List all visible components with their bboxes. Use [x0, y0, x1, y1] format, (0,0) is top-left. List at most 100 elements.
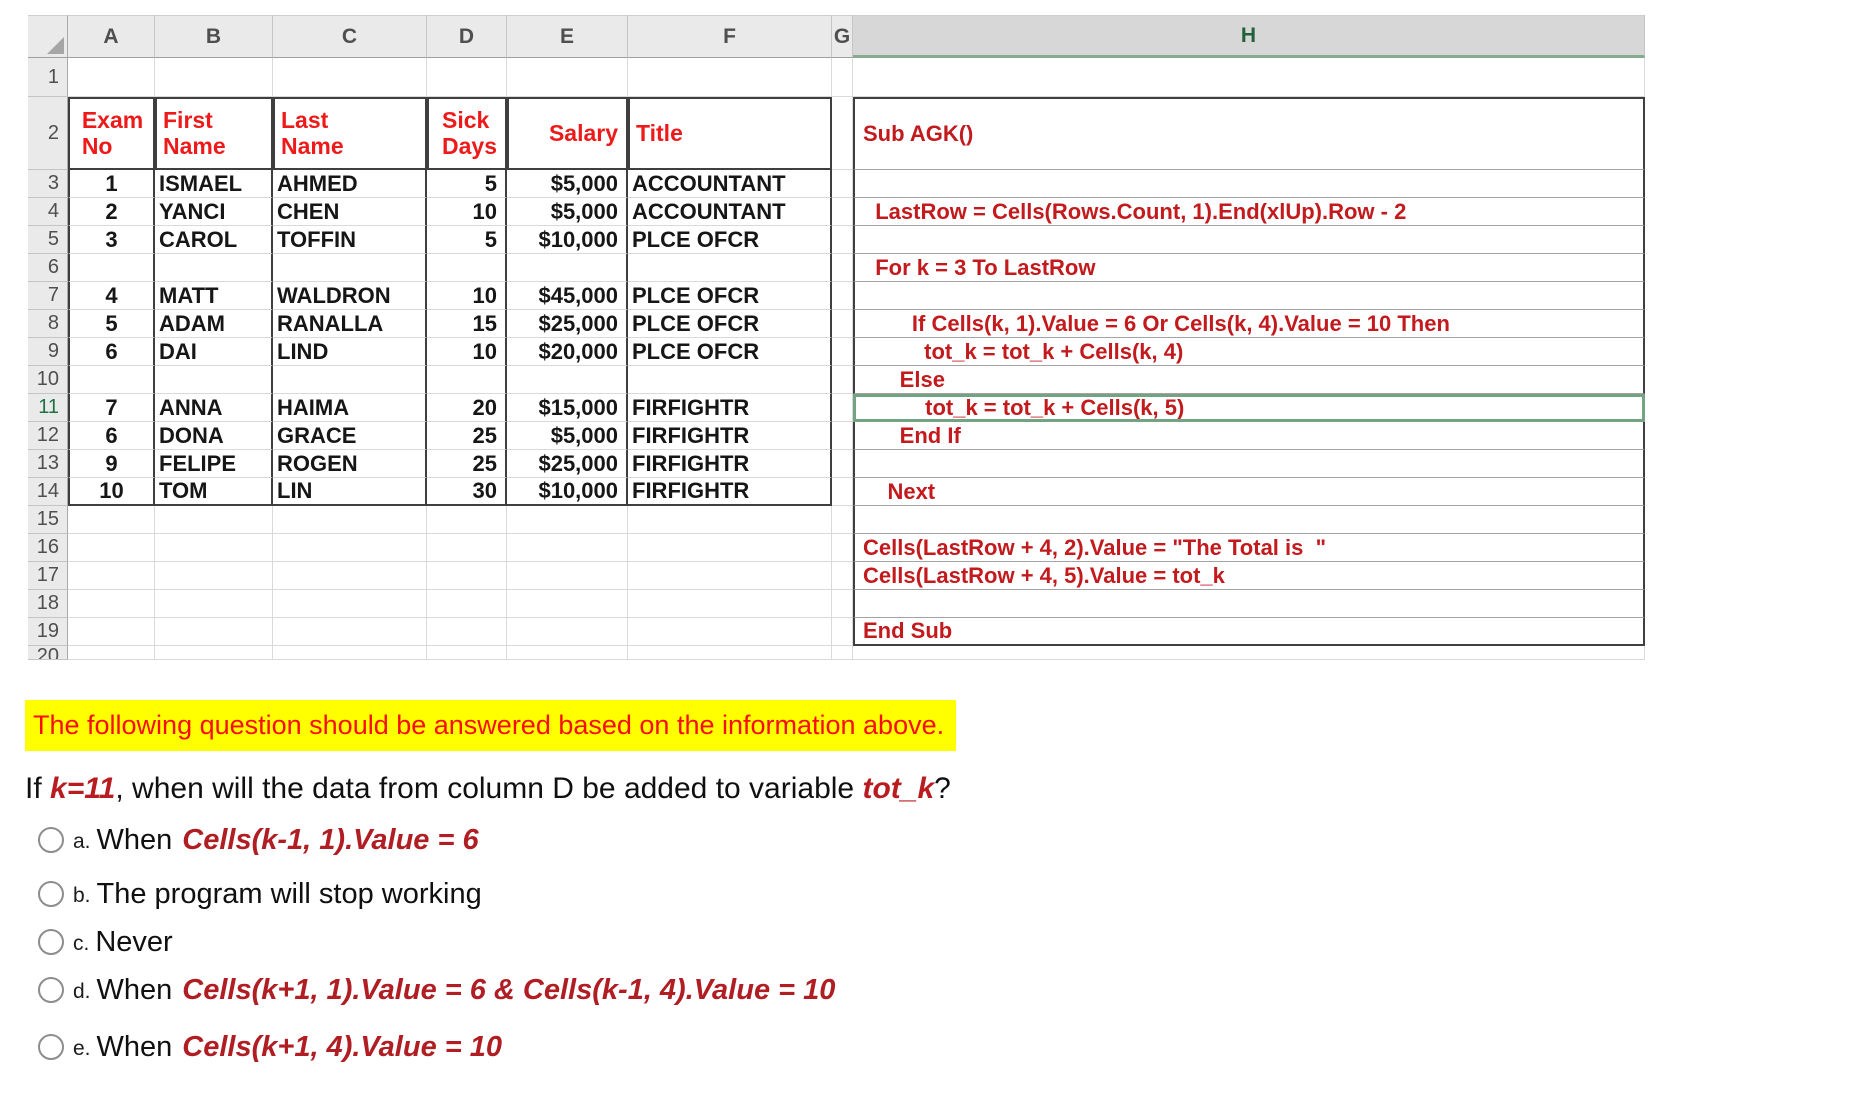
cell-H19[interactable]: End Sub	[853, 618, 1645, 646]
cell-E6[interactable]	[507, 254, 628, 282]
row-header-6[interactable]: 6	[28, 254, 68, 282]
cell-C13[interactable]: ROGEN	[273, 450, 427, 478]
cell-A3[interactable]: 1	[68, 170, 155, 198]
cell-E14[interactable]: $10,000	[507, 478, 628, 506]
option-e-radio[interactable]	[38, 1034, 64, 1060]
cell-A20[interactable]	[68, 646, 155, 660]
cell-B15[interactable]	[155, 506, 273, 534]
cell-A10[interactable]	[68, 366, 155, 394]
cell-G10[interactable]	[832, 366, 853, 394]
cell-C20[interactable]	[273, 646, 427, 660]
cell-A9[interactable]: 6	[68, 338, 155, 366]
option-e[interactable]: e. When Cells(k+1, 4).Value = 10	[38, 1025, 835, 1069]
cell-H3[interactable]	[853, 170, 1645, 198]
cell-C2[interactable]: Last Name	[273, 97, 427, 170]
column-header-C[interactable]: C	[273, 15, 427, 58]
cell-F2[interactable]: Title	[628, 97, 832, 170]
option-a[interactable]: a. When Cells(k-1, 1).Value = 6	[38, 818, 835, 862]
cell-C8[interactable]: RANALLA	[273, 310, 427, 338]
cell-H13[interactable]	[853, 450, 1645, 478]
cell-G1[interactable]	[832, 58, 853, 97]
cell-H15[interactable]	[853, 506, 1645, 534]
cell-E15[interactable]	[507, 506, 628, 534]
cell-D14[interactable]: 30	[427, 478, 507, 506]
cell-E19[interactable]	[507, 618, 628, 646]
option-d[interactable]: d. When Cells(k+1, 1).Value = 6 & Cells(…	[38, 968, 835, 1012]
cell-B12[interactable]: DONA	[155, 422, 273, 450]
cell-G3[interactable]	[832, 170, 853, 198]
cell-H11[interactable]: tot_k = tot_k + Cells(k, 5)	[853, 394, 1645, 422]
cell-B13[interactable]: FELIPE	[155, 450, 273, 478]
cell-C4[interactable]: CHEN	[273, 198, 427, 226]
row-header-2[interactable]: 2	[28, 97, 68, 170]
cell-F3[interactable]: ACCOUNTANT	[628, 170, 832, 198]
cell-F14[interactable]: FIRFIGHTR	[628, 478, 832, 506]
cell-E13[interactable]: $25,000	[507, 450, 628, 478]
cell-A6[interactable]	[68, 254, 155, 282]
cell-F5[interactable]: PLCE OFCR	[628, 226, 832, 254]
cell-G13[interactable]	[832, 450, 853, 478]
cell-B11[interactable]: ANNA	[155, 394, 273, 422]
cell-E10[interactable]	[507, 366, 628, 394]
cell-D5[interactable]: 5	[427, 226, 507, 254]
row-header-8[interactable]: 8	[28, 310, 68, 338]
cell-B8[interactable]: ADAM	[155, 310, 273, 338]
cell-E16[interactable]	[507, 534, 628, 562]
cell-H20[interactable]	[853, 646, 1645, 660]
column-header-H[interactable]: H	[853, 15, 1645, 58]
cell-F6[interactable]	[628, 254, 832, 282]
cell-C7[interactable]: WALDRON	[273, 282, 427, 310]
row-header-10[interactable]: 10	[28, 366, 68, 394]
cell-C16[interactable]	[273, 534, 427, 562]
row-header-18[interactable]: 18	[28, 590, 68, 618]
cell-B1[interactable]	[155, 58, 273, 97]
cell-F20[interactable]	[628, 646, 832, 660]
cell-C19[interactable]	[273, 618, 427, 646]
cell-H9[interactable]: tot_k = tot_k + Cells(k, 4)	[853, 338, 1645, 366]
cell-E1[interactable]	[507, 58, 628, 97]
cell-H5[interactable]	[853, 226, 1645, 254]
select-all-corner[interactable]	[28, 15, 68, 58]
cell-G7[interactable]	[832, 282, 853, 310]
cell-C6[interactable]	[273, 254, 427, 282]
cell-E2[interactable]: Salary	[507, 97, 628, 170]
cell-C15[interactable]	[273, 506, 427, 534]
cell-F12[interactable]: FIRFIGHTR	[628, 422, 832, 450]
option-b[interactable]: b. The program will stop working	[38, 872, 835, 916]
cell-B10[interactable]	[155, 366, 273, 394]
cell-E5[interactable]: $10,000	[507, 226, 628, 254]
row-header-12[interactable]: 12	[28, 422, 68, 450]
cell-C9[interactable]: LIND	[273, 338, 427, 366]
cell-G15[interactable]	[832, 506, 853, 534]
row-header-3[interactable]: 3	[28, 170, 68, 198]
column-header-A[interactable]: A	[68, 15, 155, 58]
cell-G20[interactable]	[832, 646, 853, 660]
cell-A1[interactable]	[68, 58, 155, 97]
cell-D2[interactable]: Sick Days	[427, 97, 507, 170]
cell-B5[interactable]: CAROL	[155, 226, 273, 254]
cell-G2[interactable]	[832, 97, 853, 170]
cell-G8[interactable]	[832, 310, 853, 338]
column-header-E[interactable]: E	[507, 15, 628, 58]
cell-D8[interactable]: 15	[427, 310, 507, 338]
cell-A13[interactable]: 9	[68, 450, 155, 478]
cell-F4[interactable]: ACCOUNTANT	[628, 198, 832, 226]
cell-H8[interactable]: If Cells(k, 1).Value = 6 Or Cells(k, 4).…	[853, 310, 1645, 338]
cell-D12[interactable]: 25	[427, 422, 507, 450]
cell-H18[interactable]	[853, 590, 1645, 618]
cell-D19[interactable]	[427, 618, 507, 646]
cell-H6[interactable]: For k = 3 To LastRow	[853, 254, 1645, 282]
cell-E8[interactable]: $25,000	[507, 310, 628, 338]
column-header-F[interactable]: F	[628, 15, 832, 58]
cell-H1[interactable]	[853, 58, 1645, 97]
cell-F8[interactable]: PLCE OFCR	[628, 310, 832, 338]
row-header-9[interactable]: 9	[28, 338, 68, 366]
cell-E11[interactable]: $15,000	[507, 394, 628, 422]
cell-F15[interactable]	[628, 506, 832, 534]
cell-B19[interactable]	[155, 618, 273, 646]
cell-C17[interactable]	[273, 562, 427, 590]
cell-D4[interactable]: 10	[427, 198, 507, 226]
cell-E12[interactable]: $5,000	[507, 422, 628, 450]
cell-A5[interactable]: 3	[68, 226, 155, 254]
cell-E17[interactable]	[507, 562, 628, 590]
